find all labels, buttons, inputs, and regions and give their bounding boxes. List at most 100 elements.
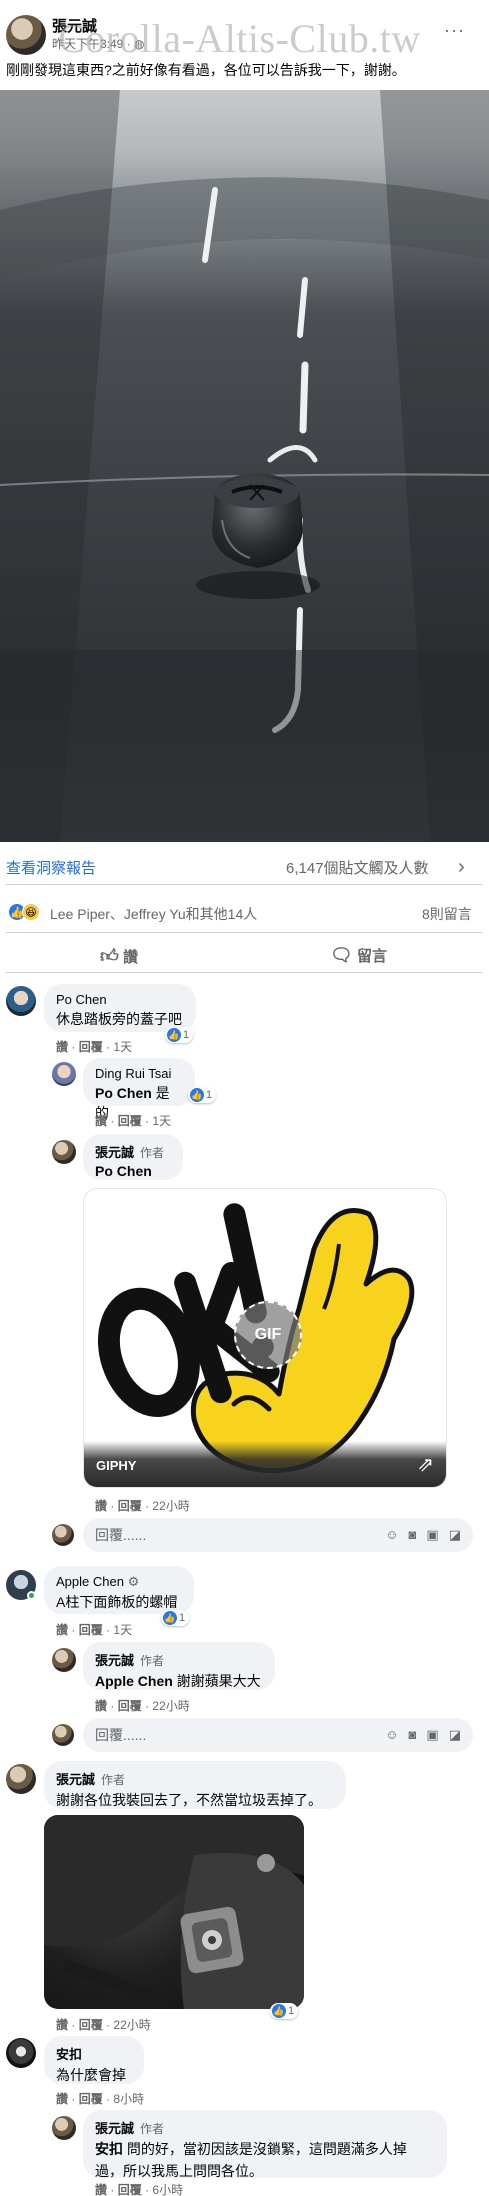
- avatar[interactable]: [6, 986, 36, 1016]
- separator: ·: [106, 2092, 111, 2106]
- sticker-icon[interactable]: ◪: [449, 1727, 461, 1743]
- author-name[interactable]: 張元誠: [95, 1653, 134, 1668]
- comment-reply-link[interactable]: 回覆: [118, 2183, 142, 2196]
- avatar[interactable]: [52, 1140, 76, 1164]
- separator: ·: [110, 2183, 115, 2196]
- gif-play-badge[interactable]: GIF: [234, 1301, 302, 1369]
- comment-reply-link[interactable]: 回覆: [79, 1623, 103, 1637]
- reply-input[interactable]: 回覆...... ☺ ◙ ▣ ◪: [83, 1718, 473, 1752]
- reply-tools: ☺ ◙ ▣ ◪: [385, 1727, 461, 1743]
- avatar[interactable]: [6, 2038, 36, 2068]
- comment-actions: 讚 · 回覆 · 22小時: [95, 1697, 190, 1714]
- comment-reply-link[interactable]: 回覆: [79, 1040, 103, 1054]
- comment-like-badge[interactable]: 👍 1: [161, 1610, 190, 1626]
- comment-like-link[interactable]: 讚: [56, 2018, 68, 2032]
- comment-author[interactable]: 張元誠 作者: [95, 2118, 435, 2137]
- comment-reply-link[interactable]: 回覆: [79, 2092, 103, 2106]
- gif-provider[interactable]: GIPHY: [96, 1458, 136, 1473]
- comment-author[interactable]: Ding Rui Tsai: [95, 1066, 183, 1081]
- comment-like-link[interactable]: 讚: [56, 1623, 68, 1637]
- like-button[interactable]: 👍︎ 讚: [100, 945, 138, 967]
- comment-count[interactable]: 8則留言: [422, 904, 472, 924]
- comment-reply-link[interactable]: 回覆: [118, 1699, 142, 1713]
- comment-time[interactable]: 22小時: [113, 2018, 150, 2032]
- emoji-icon[interactable]: ☺: [385, 1527, 398, 1543]
- comment-photo[interactable]: [44, 1815, 304, 2009]
- haha-reaction-icon[interactable]: 😆: [22, 903, 40, 921]
- divider: [6, 972, 482, 973]
- like-icon: 👍: [163, 1611, 177, 1625]
- avatar[interactable]: [6, 1764, 36, 1794]
- comment-text: 安扣 問的好，當初因該是沒鎖緊，這問題滿多人掉: [95, 2139, 435, 2159]
- comment-author[interactable]: 張元誠 作者: [95, 1650, 263, 1669]
- comment-author[interactable]: 安扣: [56, 2044, 132, 2063]
- comment-like-badge[interactable]: 👍 1: [188, 1087, 217, 1103]
- avatar[interactable]: [52, 1648, 76, 1672]
- post-text: 剛剛發現這東西?之前好像有看過，各位可以告訴我一下，謝謝。: [6, 62, 406, 78]
- post-photo[interactable]: [0, 90, 489, 842]
- mention-link[interactable]: Po Chen: [95, 1163, 171, 1179]
- comment-author[interactable]: Po Chen: [56, 992, 184, 1007]
- comment-time[interactable]: 1天: [152, 1114, 171, 1128]
- comment-like-badge[interactable]: 👍 1: [165, 1027, 194, 1043]
- reaction-names[interactable]: Lee Piper、Jeffrey Yu和其他14人: [50, 904, 257, 924]
- comment-time[interactable]: 8小時: [113, 2092, 144, 2106]
- comment-bubble: Apple Chen ⚙ A柱下面飾板的螺帽: [44, 1566, 194, 1614]
- separator: ·: [106, 1623, 111, 1637]
- comment-text: 為什麼會掉: [56, 2067, 126, 2083]
- comment-like-link[interactable]: 讚: [95, 2183, 107, 2196]
- comment-like-link[interactable]: 讚: [95, 1114, 107, 1128]
- avatar[interactable]: [52, 1062, 76, 1086]
- comment-author[interactable]: Apple Chen ⚙: [56, 1574, 182, 1590]
- comment-like-link[interactable]: 讚: [95, 1699, 107, 1713]
- reply-placeholder: 回覆......: [95, 1727, 147, 1743]
- like-icon: 👍: [167, 1028, 181, 1042]
- comment-like-link[interactable]: 讚: [95, 1499, 107, 1513]
- gif-icon[interactable]: ▣: [426, 1527, 438, 1543]
- separator: ·: [106, 1040, 111, 1054]
- comment-time[interactable]: 1天: [113, 1040, 132, 1054]
- author-name[interactable]: Apple Chen: [56, 1574, 124, 1589]
- comment-reply-link[interactable]: 回覆: [118, 1114, 142, 1128]
- comment-like-link[interactable]: 讚: [56, 1040, 68, 1054]
- comment-time[interactable]: 22小時: [152, 1699, 189, 1713]
- comment-author[interactable]: 張元誠 作者: [95, 1142, 171, 1161]
- comment-text: Apple Chen 謝謝蘋果大大: [95, 1671, 263, 1691]
- separator: ·: [106, 2018, 111, 2032]
- avatar[interactable]: [52, 2116, 76, 2140]
- watermark: Corolla-Altis-Club.tw: [58, 16, 421, 61]
- share-icon[interactable]: ⇗: [417, 1452, 434, 1477]
- comment-time[interactable]: 22小時: [152, 1499, 189, 1513]
- author-name[interactable]: 張元誠: [95, 1145, 134, 1160]
- chevron-right-icon[interactable]: ›: [458, 856, 465, 879]
- gif-attachment[interactable]: GIF GIPHY ⇗: [83, 1188, 447, 1488]
- separator: ·: [145, 2183, 150, 2196]
- emoji-icon[interactable]: ☺: [385, 1727, 398, 1743]
- post-reach-count[interactable]: 6,147個貼文觸及人數: [286, 857, 429, 878]
- gif-icon[interactable]: ▣: [426, 1727, 438, 1743]
- author-name[interactable]: 張元誠: [56, 1772, 95, 1787]
- author-name[interactable]: 張元誠: [95, 2121, 134, 2136]
- comment-author[interactable]: 張元誠 作者: [56, 1769, 334, 1788]
- camera-icon[interactable]: ◙: [409, 1527, 417, 1543]
- mention-link[interactable]: Apple Chen: [95, 1673, 173, 1689]
- comment-like-badge[interactable]: 👍 1: [270, 2003, 299, 2019]
- like-icon: 👍: [272, 2004, 286, 2018]
- comment-time[interactable]: 6小時: [152, 2183, 183, 2196]
- mention-link[interactable]: Po Chen: [95, 1085, 152, 1101]
- comment-like-link[interactable]: 讚: [56, 2092, 68, 2106]
- comment-time[interactable]: 1天: [113, 1623, 132, 1637]
- reply-input[interactable]: 回覆...... ☺ ◙ ▣ ◪: [83, 1518, 473, 1552]
- comment-button[interactable]: 🗨︎ 留言: [330, 945, 387, 966]
- view-insights-link[interactable]: 查看洞察報告: [6, 857, 96, 878]
- comment-reply-link[interactable]: 回覆: [118, 1499, 142, 1513]
- separator: ·: [71, 1623, 76, 1637]
- comment-bubble: 張元誠 作者 Po Chen: [83, 1134, 183, 1180]
- more-options-icon[interactable]: ···: [444, 20, 465, 41]
- comment-actions: 讚 · 回覆 · 1天: [95, 1112, 171, 1129]
- mention-link[interactable]: 安扣: [95, 2141, 123, 2157]
- comment-reply-link[interactable]: 回覆: [79, 2018, 103, 2032]
- camera-icon[interactable]: ◙: [409, 1727, 417, 1743]
- author-avatar[interactable]: [6, 15, 46, 55]
- sticker-icon[interactable]: ◪: [449, 1527, 461, 1543]
